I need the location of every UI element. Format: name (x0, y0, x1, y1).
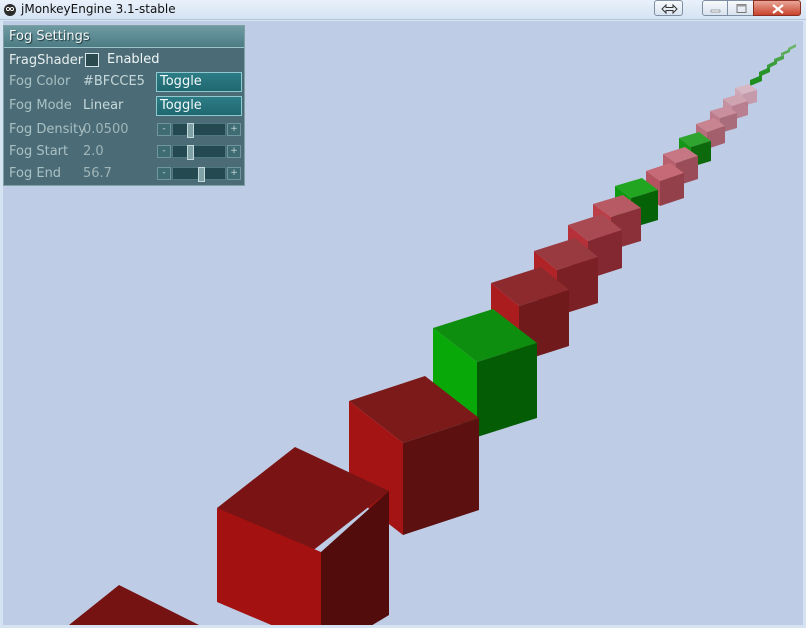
swap-size-button[interactable] (654, 0, 683, 16)
fog-start-value: 2.0 (83, 144, 104, 159)
fog-color-label: Fog Color (9, 74, 71, 89)
close-button[interactable] (753, 0, 801, 16)
fog-density-increase-button[interactable]: + (227, 123, 241, 136)
fog-mode-label: Fog Mode (9, 98, 72, 113)
frag-shader-checkbox-label[interactable]: Enabled (107, 52, 160, 67)
arrows-horizontal-icon (661, 3, 678, 15)
fog-start-thumb[interactable] (187, 145, 194, 160)
fog-density-decrease-button[interactable]: - (157, 123, 171, 136)
fog-density-value: 0.0500 (83, 122, 129, 137)
fog-mode-toggle-button[interactable]: Toggle (156, 96, 242, 116)
fog-density-slider[interactable]: - + (157, 122, 241, 138)
fog-start-slider[interactable]: - + (157, 144, 241, 160)
fog-start-increase-button[interactable]: + (227, 145, 241, 158)
frag-shader-checkbox[interactable] (85, 53, 99, 67)
maximize-icon (736, 4, 747, 13)
minimize-icon (710, 9, 721, 13)
fog-end-increase-button[interactable]: + (227, 167, 241, 180)
maximize-button[interactable] (727, 0, 754, 16)
minimize-button[interactable] (702, 0, 728, 16)
fog-density-thumb[interactable] (187, 123, 194, 138)
fog-end-decrease-button[interactable]: - (157, 167, 171, 180)
fog-mode-value: Linear (83, 98, 124, 113)
fog-end-thumb[interactable] (198, 167, 205, 182)
close-icon (772, 4, 784, 14)
box-far-2 (781, 49, 790, 56)
window-title: jMonkeyEngine 3.1-stable (21, 2, 176, 16)
panel-title-bar[interactable]: Fog Settings (4, 26, 244, 48)
fog-settings-panel: Fog Settings FragShader Enabled Fog Colo… (3, 25, 245, 186)
fog-end-value: 56.7 (83, 166, 112, 181)
app-icon (4, 4, 16, 16)
window-titlebar[interactable]: jMonkeyEngine 3.1-stable (0, 0, 806, 20)
frag-shader-label: FragShader (9, 53, 84, 68)
box-far-6 (750, 75, 762, 86)
box-far-4 (767, 60, 777, 69)
fog-end-slider[interactable]: - + (157, 166, 241, 182)
fog-start-track[interactable] (172, 145, 226, 160)
fog-density-label: Fog Density (9, 122, 86, 137)
fog-end-track[interactable] (172, 167, 226, 182)
fog-color-value: #BFCCE5 (83, 74, 145, 89)
box-red-1 (69, 585, 199, 625)
panel-title: Fog Settings (9, 29, 90, 44)
fog-start-label: Fog Start (9, 144, 69, 159)
box-far-5 (759, 67, 770, 77)
fog-density-track[interactable] (172, 123, 226, 138)
fog-end-label: Fog End (9, 166, 62, 181)
fog-color-toggle-button[interactable]: Toggle (156, 72, 242, 92)
fog-start-decrease-button[interactable]: - (157, 145, 171, 158)
